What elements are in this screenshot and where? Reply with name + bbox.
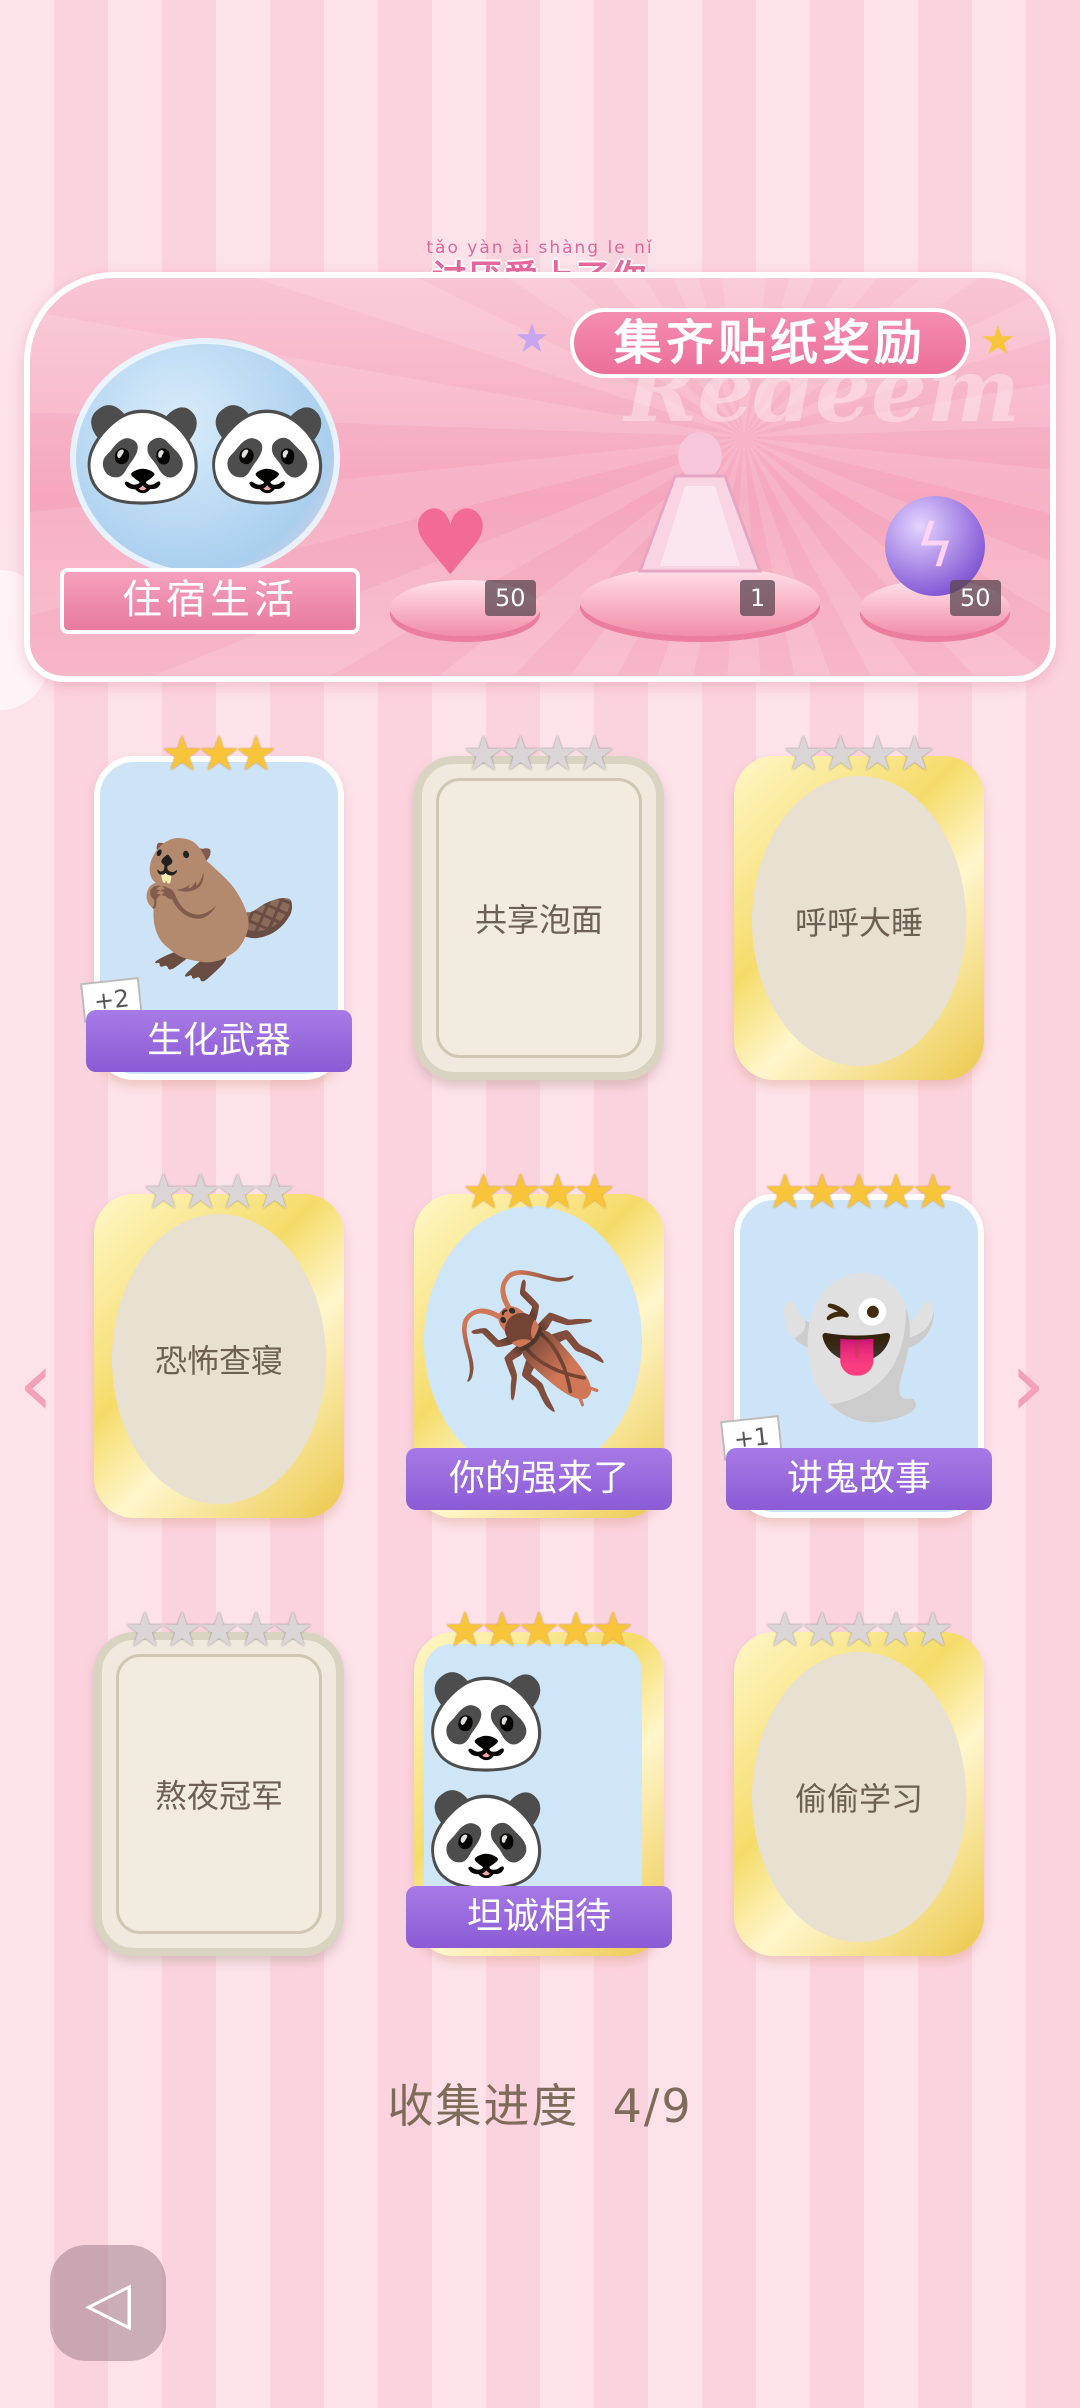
reward-banner: Redeem ★ ★ 集齐贴纸奖励 🐼🐼 住宿生活 ♥ ϟ 50 1 50 [24, 272, 1056, 682]
pandas-bath-icon: 🐼🐼 [80, 394, 330, 511]
progress-value: 4/9 [612, 2079, 693, 2133]
back-arrow-icon: ◁ [84, 2268, 132, 2338]
card-placeholder: 偷偷学习 [752, 1652, 966, 1942]
sticker-card[interactable]: 🐼🐼 ★★★★★ 坦诚相待 [406, 1602, 672, 1956]
card-name: 偷偷学习 [794, 1780, 923, 1818]
banner-title: 集齐贴纸奖励 [570, 308, 970, 378]
theme-name-ribbon: 住宿生活 [60, 568, 360, 634]
star-rating: ★★★★ [141, 1164, 297, 1220]
ghost-costume-boy-icon: 👻 [778, 1270, 940, 1423]
star-rating: ★★★★★ [763, 1164, 955, 1220]
card-placeholder: 恐怖查寝 [112, 1214, 326, 1504]
sticker-card[interactable]: 共享泡面 ★★★★ [414, 726, 664, 1080]
star-rating: ★★★★ [461, 726, 617, 782]
card-placeholder: 熬夜冠军 [116, 1654, 322, 1934]
star-rating: ★★★★★ [443, 1602, 635, 1658]
card-frame: 熬夜冠军 [94, 1632, 344, 1956]
card-name: 呼呼大睡 [794, 904, 923, 942]
card-frame: 偷偷学习 [734, 1632, 984, 1956]
card-name-ribbon: 讲鬼故事 [726, 1448, 992, 1510]
star-rating: ★★★★ [461, 1164, 617, 1220]
reward-count: 50 [950, 580, 1001, 616]
pedestal [580, 566, 820, 636]
sticker-card[interactable]: 🪳 ★★★★ 你的强来了 [406, 1164, 672, 1518]
sticker-card[interactable]: 🦫 ★★★ +2 生化武器 [80, 726, 352, 1080]
card-name-ribbon: 生化武器 [86, 1010, 352, 1072]
reward-count: 1 [740, 580, 776, 616]
star-decoration-icon: ★ [514, 316, 550, 362]
card-placeholder: 呼呼大睡 [752, 776, 966, 1066]
card-frame: 呼呼大睡 [734, 756, 984, 1080]
star-rating: ★★★ [160, 726, 278, 782]
capybara-pajama-icon: 🦫 [138, 832, 300, 985]
card-frame: 恐怖查寝 [94, 1194, 344, 1518]
star-decoration-icon: ★ [980, 318, 1016, 364]
chevron-left-icon[interactable]: ‹ [18, 1340, 54, 1430]
star-rating: ★★★★ [781, 726, 937, 782]
pink-heart-gem-icon[interactable]: ♥ [410, 491, 491, 596]
card-name-ribbon: 你的强来了 [406, 1448, 672, 1510]
cockroach-cute-icon: 🪳 [424, 1206, 642, 1476]
sticker-card[interactable]: 恐怖查寝 ★★★★ [94, 1164, 344, 1518]
pink-gown-outfit-icon[interactable] [620, 426, 780, 576]
chevron-right-icon[interactable]: › [1010, 1340, 1046, 1430]
pandas-bath-icon: 🐼🐼 [424, 1644, 642, 1914]
progress-label: 收集进度 [387, 2079, 580, 2133]
sticker-card[interactable]: 👻 ★★★★★ +1 讲鬼故事 [720, 1164, 992, 1518]
back-button[interactable]: ◁ [50, 2245, 166, 2361]
card-name: 恐怖查寝 [154, 1342, 283, 1380]
sticker-card[interactable]: 呼呼大睡 ★★★★ [734, 726, 984, 1080]
card-frame: 共享泡面 [414, 756, 664, 1080]
sticker-card[interactable]: 偷偷学习 ★★★★★ [734, 1602, 984, 1956]
card-name-ribbon: 坦诚相待 [406, 1886, 672, 1948]
star-rating: ★★★★★ [763, 1602, 955, 1658]
star-rating: ★★★★★ [123, 1602, 315, 1658]
sticker-card[interactable]: 熬夜冠军 ★★★★★ [94, 1602, 344, 1956]
reward-count: 50 [485, 580, 536, 616]
card-placeholder: 共享泡面 [436, 778, 642, 1058]
collection-progress: 收集进度 4/9 [0, 2070, 1080, 2136]
card-name: 共享泡面 [474, 901, 603, 939]
card-name: 熬夜冠军 [154, 1777, 283, 1815]
theme-bubble: 🐼🐼 [70, 338, 340, 578]
